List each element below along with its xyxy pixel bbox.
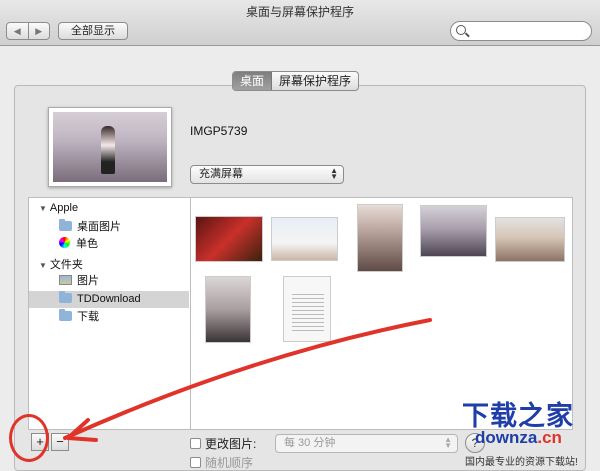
watermark-url: downza.cn: [475, 428, 562, 448]
group-label: 文件夹: [49, 259, 83, 271]
watermark-slogan: 国内最专业的资源下载站!: [465, 457, 578, 468]
picture-thumbnail[interactable]: [357, 204, 403, 272]
picture-thumbnail[interactable]: [283, 276, 331, 342]
fill-mode-value: 充满屏幕: [199, 168, 243, 180]
disclosure-triangle-icon[interactable]: ▼: [39, 204, 47, 213]
picture-thumbnail[interactable]: [420, 205, 487, 257]
sidebar-item-desktop-pictures[interactable]: 桌面图片: [29, 219, 189, 236]
disclosure-triangle-icon[interactable]: ▼: [39, 261, 47, 270]
remove-folder-button[interactable]: −: [51, 433, 69, 451]
annotation-circle: [9, 414, 49, 462]
photos-icon: [59, 275, 72, 285]
title-bar: 桌面与屏幕保护程序 ◀ ▶ 全部显示: [0, 0, 600, 46]
picture-thumbnail[interactable]: [271, 217, 338, 261]
group-folders[interactable]: ▼ 文件夹: [39, 256, 83, 272]
sidebar-item-pictures[interactable]: 图片: [29, 273, 189, 290]
interval-value: 每 30 分钟: [284, 437, 336, 449]
search-icon: [456, 25, 466, 35]
watermark-url-main: downza: [475, 428, 538, 447]
folder-icon: [59, 309, 72, 321]
random-order-label: 随机顺序: [205, 456, 254, 470]
preview-image: [53, 112, 167, 182]
sidebar-item-label: TDDownload: [77, 293, 141, 305]
watermark-url-tld: .cn: [537, 428, 562, 447]
search-input[interactable]: [450, 21, 592, 41]
sidebar-item-label: 单色: [76, 238, 98, 250]
forward-icon[interactable]: ▶: [29, 23, 50, 39]
back-icon[interactable]: ◀: [7, 23, 29, 39]
color-wheel-icon: [59, 237, 70, 248]
folder-icon: [59, 219, 72, 231]
tab-desktop[interactable]: 桌面: [233, 72, 273, 90]
fill-mode-select[interactable]: 充满屏幕 ▲ ▼: [190, 165, 344, 184]
interval-select[interactable]: 每 30 分钟 ▲ ▼: [275, 434, 458, 453]
nav-buttons: ◀ ▶: [6, 22, 50, 40]
sidebar-item-tddownload[interactable]: TDDownload: [29, 291, 189, 308]
sidebar-item-solid-colors[interactable]: 单色: [29, 236, 189, 253]
tab-screensaver[interactable]: 屏幕保护程序: [272, 72, 358, 90]
group-apple[interactable]: ▼ Apple: [39, 202, 78, 214]
picture-filename: IMGP5739: [190, 124, 248, 138]
picture-thumbnail[interactable]: [495, 217, 565, 262]
group-label: Apple: [49, 202, 79, 214]
folder-icon: [59, 291, 72, 303]
desktop-preview: [48, 107, 172, 187]
window-title: 桌面与屏幕保护程序: [245, 5, 354, 19]
source-list: ▼ Apple 桌面图片 单色 ▼ 文件夹 图片 TDDownload 下载: [28, 197, 190, 430]
sidebar-item-downloads[interactable]: 下载: [29, 309, 189, 326]
picture-thumbnail[interactable]: [195, 216, 263, 262]
change-picture-checkbox[interactable]: [190, 438, 201, 449]
sidebar-item-label: 桌面图片: [77, 221, 121, 233]
sidebar-item-label: 下载: [77, 311, 99, 323]
picture-thumbnail[interactable]: [205, 276, 251, 343]
show-all-button[interactable]: 全部显示: [58, 22, 128, 40]
change-picture-label: 更改图片:: [205, 437, 257, 451]
select-arrows-icon: ▲ ▼: [330, 166, 338, 181]
sidebar-item-label: 图片: [77, 275, 99, 287]
random-order-checkbox[interactable]: [190, 457, 201, 468]
tab-bar: 桌面 屏幕保护程序: [232, 71, 360, 91]
select-arrows-icon: ▲ ▼: [444, 435, 452, 450]
